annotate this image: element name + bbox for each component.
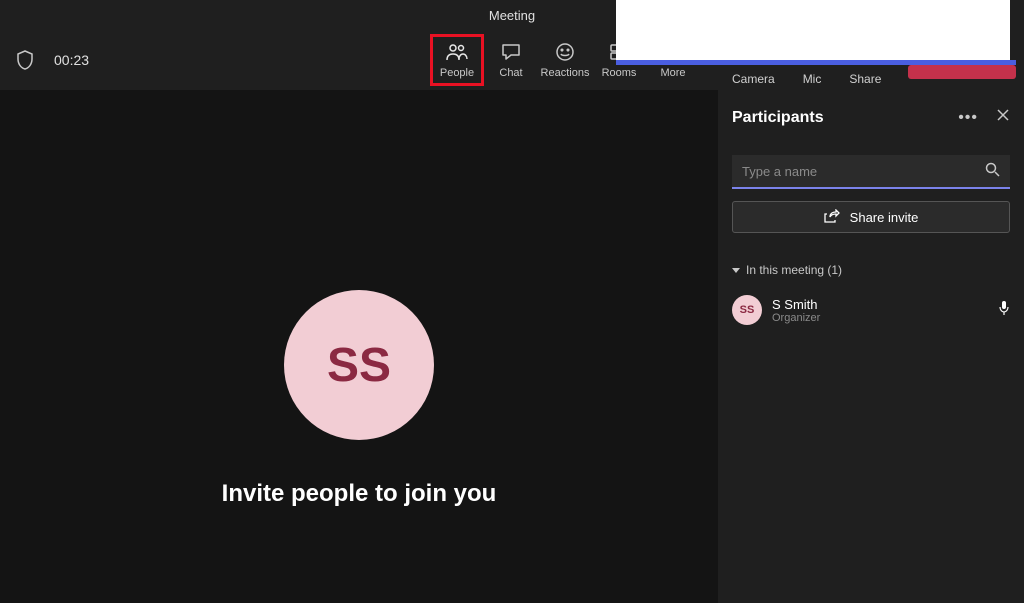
main-area: SS Invite people to join you [0, 90, 718, 603]
more-label: More [660, 67, 685, 79]
participant-name: S Smith [772, 297, 988, 312]
meeting-timer: 00:23 [54, 52, 89, 68]
panel-header-actions: ••• [958, 108, 1010, 127]
close-icon[interactable] [996, 108, 1010, 127]
search-input[interactable] [732, 155, 1010, 189]
rooms-label: Rooms [602, 67, 637, 79]
panel-title: Participants [732, 109, 824, 127]
panel-header: Participants ••• [732, 108, 1010, 127]
section-header[interactable]: In this meeting (1) [732, 263, 1010, 277]
people-icon [446, 41, 468, 63]
participant-row[interactable]: SS S Smith Organizer [732, 293, 1010, 327]
white-overlay [616, 0, 1010, 60]
chat-icon [501, 41, 521, 63]
panel-more-icon[interactable]: ••• [958, 109, 978, 127]
blue-strip [616, 60, 1016, 65]
mic-icon[interactable] [998, 300, 1010, 321]
search-icon[interactable] [985, 162, 1000, 182]
participant-info: S Smith Organizer [772, 297, 988, 324]
share-invite-label: Share invite [850, 210, 919, 225]
people-label: People [440, 67, 474, 79]
search-wrap [732, 155, 1010, 189]
reactions-label: Reactions [541, 67, 590, 79]
share-icon [824, 209, 840, 226]
avatar-initials: SS [740, 304, 755, 316]
self-avatar: SS [284, 290, 434, 440]
section-label: In this meeting (1) [746, 263, 842, 277]
leave-button[interactable] [908, 65, 1016, 79]
toolbar-right: Camera Mic Share [732, 72, 881, 86]
participant-role: Organizer [772, 312, 988, 324]
people-button[interactable]: People [430, 34, 484, 86]
chevron-down-icon [732, 263, 740, 277]
invite-heading: Invite people to join you [222, 480, 497, 508]
mic-label[interactable]: Mic [803, 72, 822, 86]
shield-icon[interactable] [16, 50, 34, 70]
camera-label[interactable]: Camera [732, 72, 775, 86]
self-avatar-initials: SS [327, 338, 391, 393]
reactions-button[interactable]: Reactions [538, 34, 592, 86]
chat-label: Chat [499, 67, 522, 79]
participants-panel: Participants ••• Share [718, 90, 1024, 603]
avatar: SS [732, 295, 762, 325]
share-invite-button[interactable]: Share invite [732, 201, 1010, 233]
window-title: Meeting [489, 8, 535, 23]
chat-button[interactable]: Chat [484, 34, 538, 86]
share-label[interactable]: Share [849, 72, 881, 86]
reactions-icon [555, 41, 575, 63]
